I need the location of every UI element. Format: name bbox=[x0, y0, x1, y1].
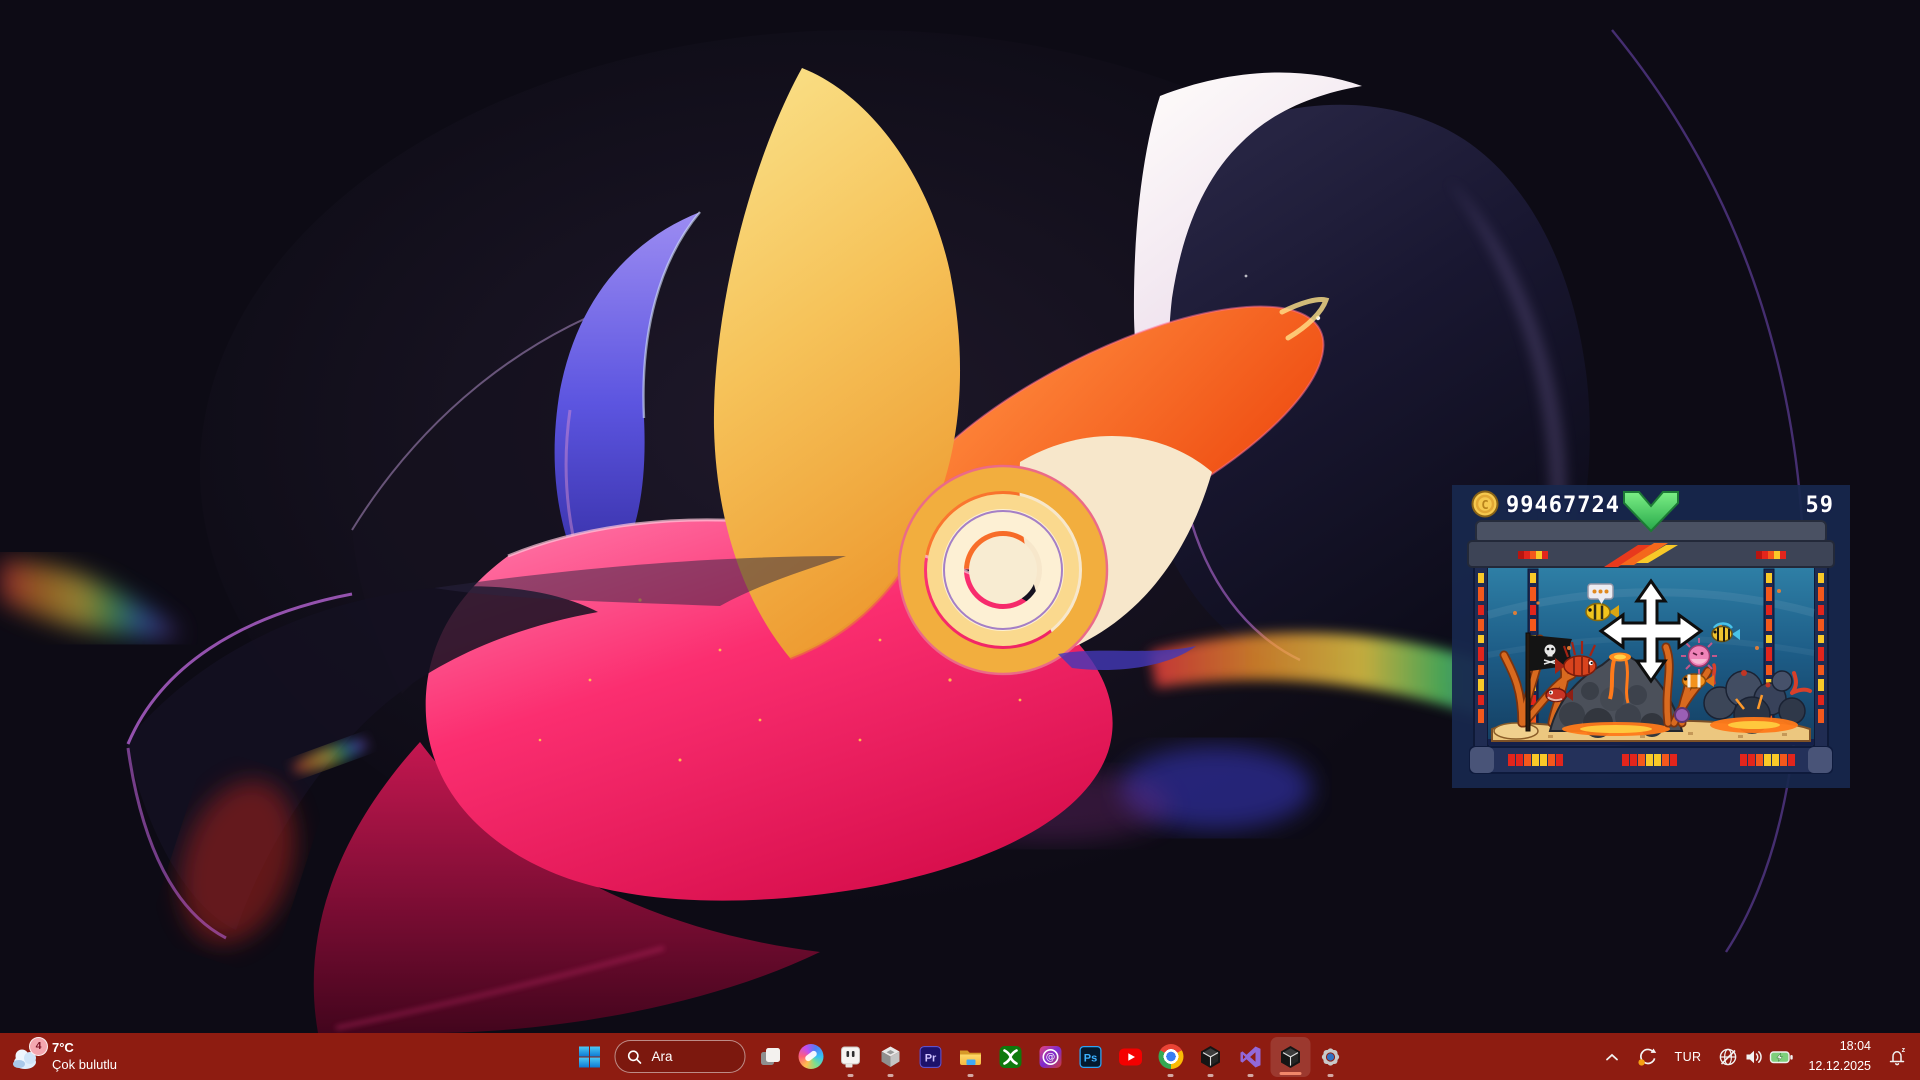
plug-app-icon[interactable] bbox=[831, 1035, 871, 1079]
taskbar-center: Ara Pr @ Ps bbox=[570, 1033, 1351, 1080]
visual-studio-icon[interactable] bbox=[1231, 1035, 1271, 1079]
photoshop-icon[interactable]: Ps bbox=[1071, 1035, 1111, 1079]
tank-base bbox=[1469, 746, 1833, 774]
unity-editor-icon[interactable] bbox=[1270, 1036, 1311, 1077]
svg-text:@: @ bbox=[1046, 1052, 1056, 1063]
clock[interactable]: 18:04 12.12.2025 bbox=[1801, 1037, 1878, 1077]
copilot-icon[interactable] bbox=[791, 1035, 831, 1079]
volume-icon bbox=[1746, 1050, 1763, 1063]
desktop[interactable]: C 99467724 59 bbox=[0, 0, 1920, 1033]
battery-charging-icon bbox=[1770, 1050, 1794, 1063]
search-icon bbox=[627, 1049, 642, 1064]
weather-temperature: 7°C bbox=[52, 1040, 74, 1056]
at-symbol-app-icon[interactable]: @ bbox=[1031, 1035, 1071, 1079]
taskbar: 4 7°C Çok bulutlu Ara Pr @ Ps TUR 18:04 … bbox=[0, 1033, 1920, 1080]
search-box[interactable]: Ara bbox=[614, 1040, 746, 1073]
tray-chevron-up-icon[interactable] bbox=[1596, 1037, 1628, 1077]
task-view-icon[interactable] bbox=[751, 1035, 791, 1079]
counter-value: 59 bbox=[1806, 493, 1835, 518]
svg-text:Ps: Ps bbox=[1084, 1052, 1097, 1064]
sync-pending-icon[interactable] bbox=[1630, 1037, 1664, 1077]
start-button[interactable] bbox=[570, 1035, 610, 1079]
language-indicator[interactable]: TUR bbox=[1666, 1037, 1711, 1077]
clock-date: 12.12.2025 bbox=[1808, 1058, 1871, 1073]
premiere-pro-icon[interactable]: Pr bbox=[911, 1035, 951, 1079]
no-internet-icon bbox=[1720, 1048, 1737, 1065]
svg-text:z: z bbox=[1902, 1047, 1906, 1054]
unity-hub-icon[interactable] bbox=[871, 1035, 911, 1079]
clock-time: 18:04 bbox=[1839, 1038, 1871, 1053]
tray-status-group[interactable] bbox=[1712, 1037, 1799, 1077]
weather-cloud-icon: 4 bbox=[10, 1036, 48, 1074]
weather-alert-badge: 4 bbox=[29, 1036, 48, 1056]
chrome-icon[interactable] bbox=[1151, 1035, 1191, 1079]
system-tray: TUR 18:04 12.12.2025 z bbox=[1596, 1033, 1914, 1080]
aquarium-widget[interactable]: C 99467724 59 bbox=[1452, 485, 1850, 788]
search-label: Ara bbox=[651, 1049, 673, 1064]
coin-count: 99467724 bbox=[1506, 493, 1620, 518]
xbox-icon[interactable] bbox=[991, 1035, 1031, 1079]
pinned-apps: Pr @ Ps bbox=[751, 1035, 1351, 1079]
svg-text:C: C bbox=[1481, 498, 1488, 512]
coin-icon: C bbox=[1471, 490, 1499, 518]
weather-widget[interactable]: 4 7°C Çok bulutlu bbox=[10, 1033, 117, 1080]
file-explorer-icon[interactable] bbox=[951, 1035, 991, 1079]
weather-condition: Çok bulutlu bbox=[52, 1056, 118, 1072]
notification-bell-icon[interactable]: z bbox=[1880, 1037, 1914, 1077]
windows-start-icon bbox=[579, 1046, 600, 1067]
unity-editor-icon[interactable] bbox=[1191, 1035, 1231, 1079]
youtube-icon[interactable] bbox=[1111, 1035, 1151, 1079]
settings-icon[interactable] bbox=[1311, 1035, 1351, 1079]
svg-text:Pr: Pr bbox=[925, 1052, 937, 1064]
